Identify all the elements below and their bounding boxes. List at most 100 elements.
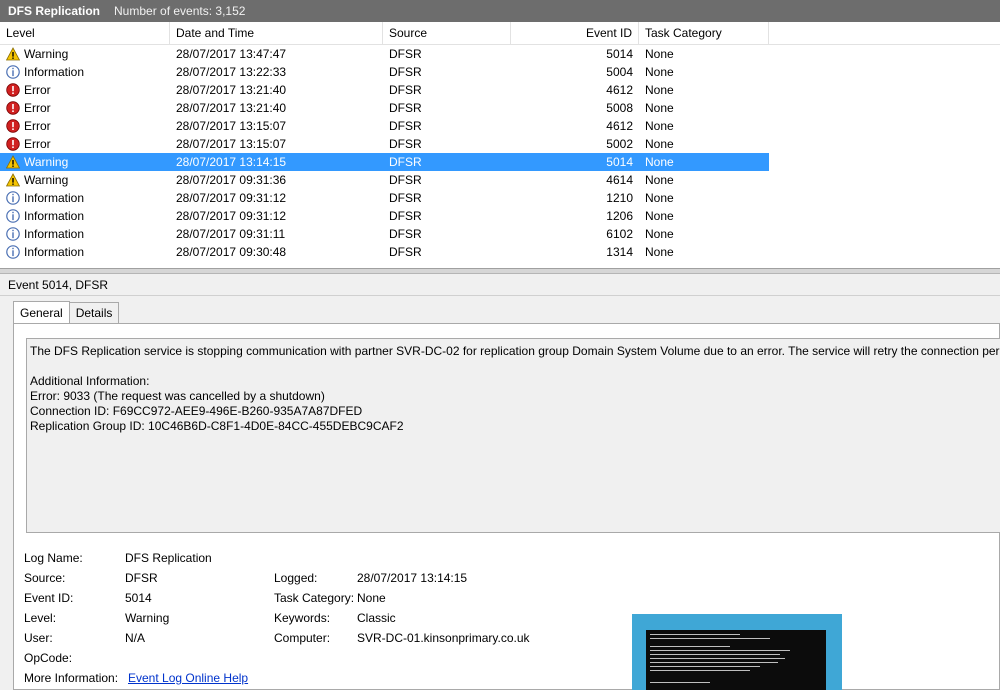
source-value: DFSR <box>125 571 158 585</box>
keywords-value: Classic <box>357 611 396 625</box>
level-cell: Error <box>0 117 170 135</box>
datetime-cell: 28/07/2017 09:30:48 <box>176 245 287 259</box>
level-text: Warning <box>24 173 69 187</box>
event-id-cell: 4612 <box>606 119 633 133</box>
event-row[interactable]: Information 28/07/2017 13:22:33 DFSR 5004 No… <box>0 63 1000 81</box>
event-count: Number of events: 3,152 <box>114 4 246 18</box>
event-id-value: 5014 <box>125 591 152 605</box>
event-row[interactable]: Error 28/07/2017 13:21:40 DFSR 4612 None <box>0 81 1000 99</box>
level-text: Information <box>24 65 85 79</box>
event-row[interactable]: Information 28/07/2017 09:31:12 DFSR 1206 No… <box>0 207 1000 225</box>
task-category-value: None <box>357 591 386 605</box>
task-category-cell: None <box>645 119 674 133</box>
level-value: Warning <box>125 611 170 625</box>
message-line <box>30 359 997 374</box>
level-text: Error <box>24 137 51 151</box>
event-row[interactable]: Error 28/07/2017 13:21:40 DFSR 5008 None <box>0 99 1000 117</box>
event-list[interactable]: Level Date and Time Source Event ID Task… <box>0 22 1000 269</box>
source-cell: DFSR <box>389 191 422 205</box>
console-screen <box>646 630 826 690</box>
column-header-level[interactable]: Level <box>0 22 170 44</box>
event-id-cell: 5014 <box>606 155 633 169</box>
level-cell: Warning <box>0 153 170 171</box>
logged-value: 28/07/2017 13:14:15 <box>357 571 468 585</box>
opcode-label: OpCode: <box>24 651 73 665</box>
event-list-header: Level Date and Time Source Event ID Task… <box>0 22 1000 45</box>
level-text: Warning <box>24 155 69 169</box>
datetime-cell: 28/07/2017 09:31:11 <box>176 227 286 241</box>
message-line: Replication Group ID: 10C46B6D-C8F1-4D0E… <box>30 419 404 433</box>
level-label: Level: <box>24 611 57 625</box>
column-header-task-category[interactable]: Task Category <box>639 22 769 44</box>
error-icon <box>6 137 20 151</box>
source-label: Source: <box>24 571 66 585</box>
event-row[interactable]: Warning 28/07/2017 13:14:15 DFSR 5014 None <box>0 153 769 171</box>
user-label: User: <box>24 631 53 645</box>
task-category-cell: None <box>645 65 674 79</box>
datetime-cell: 28/07/2017 09:31:12 <box>176 191 287 205</box>
message-line: Error: 9033 (The request was cancelled b… <box>30 389 325 403</box>
event-id-cell: 5008 <box>606 101 633 115</box>
event-row[interactable]: Information 28/07/2017 09:31:12 DFSR 1210 No… <box>0 189 1000 207</box>
event-id-cell: 4612 <box>606 83 633 97</box>
event-row[interactable]: Error 28/07/2017 13:15:07 DFSR 5002 None <box>0 135 1000 153</box>
event-id-cell: 4614 <box>606 173 633 187</box>
event-message[interactable]: The DFS Replication service is stopping … <box>26 338 1000 533</box>
source-cell: DFSR <box>389 209 422 223</box>
task-category-cell: None <box>645 47 674 61</box>
information-icon <box>6 209 20 223</box>
tab-general[interactable]: General <box>13 301 70 324</box>
task-category-cell: None <box>645 83 674 97</box>
event-row[interactable]: Warning 28/07/2017 13:47:47 DFSR 5014 None <box>0 45 1000 63</box>
event-id-label: Event ID: <box>24 591 74 605</box>
message-line: Connection ID: F69CC972-AEE9-496E-B260-9… <box>30 404 363 418</box>
event-row[interactable]: Warning 28/07/2017 09:31:36 DFSR 4614 None <box>0 171 1000 189</box>
user-value: N/A <box>125 631 146 645</box>
event-id-cell: 6102 <box>606 227 633 241</box>
event-row[interactable]: Information 28/07/2017 09:30:48 DFSR 1314 No… <box>0 243 1000 261</box>
level-cell: Information <box>0 207 170 225</box>
source-cell: DFSR <box>389 137 422 151</box>
event-detail-title: Event 5014, DFSR <box>0 274 1000 296</box>
event-rows: Warning 28/07/2017 13:47:47 DFSR 5014 None In… <box>0 45 1000 261</box>
task-category-label: Task Category: <box>274 591 355 605</box>
column-header-date[interactable]: Date and Time <box>170 22 383 44</box>
log-title: DFS Replication <box>8 4 101 18</box>
message-line: Additional Information: <box>30 374 150 388</box>
error-icon <box>6 101 20 115</box>
column-header-source[interactable]: Source <box>383 22 511 44</box>
column-header-event-id[interactable]: Event ID <box>511 22 639 44</box>
level-cell: Error <box>0 135 170 153</box>
window-title-bar: DFS Replication Number of events: 3,152 <box>0 0 1000 22</box>
message-line: The DFS Replication service is stopping … <box>30 344 1000 358</box>
level-cell: Information <box>0 243 170 261</box>
source-cell: DFSR <box>389 119 422 133</box>
event-id-cell: 5014 <box>606 47 633 61</box>
level-text: Information <box>24 209 85 223</box>
level-text: Information <box>24 245 85 259</box>
task-category-cell: None <box>645 209 674 223</box>
event-row[interactable]: Error 28/07/2017 13:15:07 DFSR 4612 None <box>0 117 1000 135</box>
task-category-cell: None <box>645 137 674 151</box>
information-icon <box>6 65 20 79</box>
source-cell: DFSR <box>389 101 422 115</box>
level-cell: Warning <box>0 45 170 63</box>
level-text: Error <box>24 101 51 115</box>
event-log-online-help-link[interactable]: Event Log Online Help <box>128 668 248 688</box>
datetime-cell: 28/07/2017 13:47:47 <box>176 47 287 61</box>
datetime-cell: 28/07/2017 13:15:07 <box>176 119 287 133</box>
information-icon <box>6 227 20 241</box>
warning-icon <box>5 47 21 61</box>
logged-label: Logged: <box>274 571 318 585</box>
source-cell: DFSR <box>389 245 422 259</box>
task-category-cell: None <box>645 155 674 169</box>
task-category-cell: None <box>645 173 674 187</box>
general-panel: The DFS Replication service is stopping … <box>13 323 1000 690</box>
event-row[interactable]: Information 28/07/2017 09:31:11 DFSR 6102 No… <box>0 225 1000 243</box>
level-cell: Information <box>0 225 170 243</box>
computer-label: Computer: <box>274 631 331 645</box>
level-text: Information <box>24 227 85 241</box>
datetime-cell: 28/07/2017 13:14:15 <box>176 155 287 169</box>
event-id-cell: 1314 <box>606 245 633 259</box>
tab-details[interactable]: Details <box>68 302 120 324</box>
